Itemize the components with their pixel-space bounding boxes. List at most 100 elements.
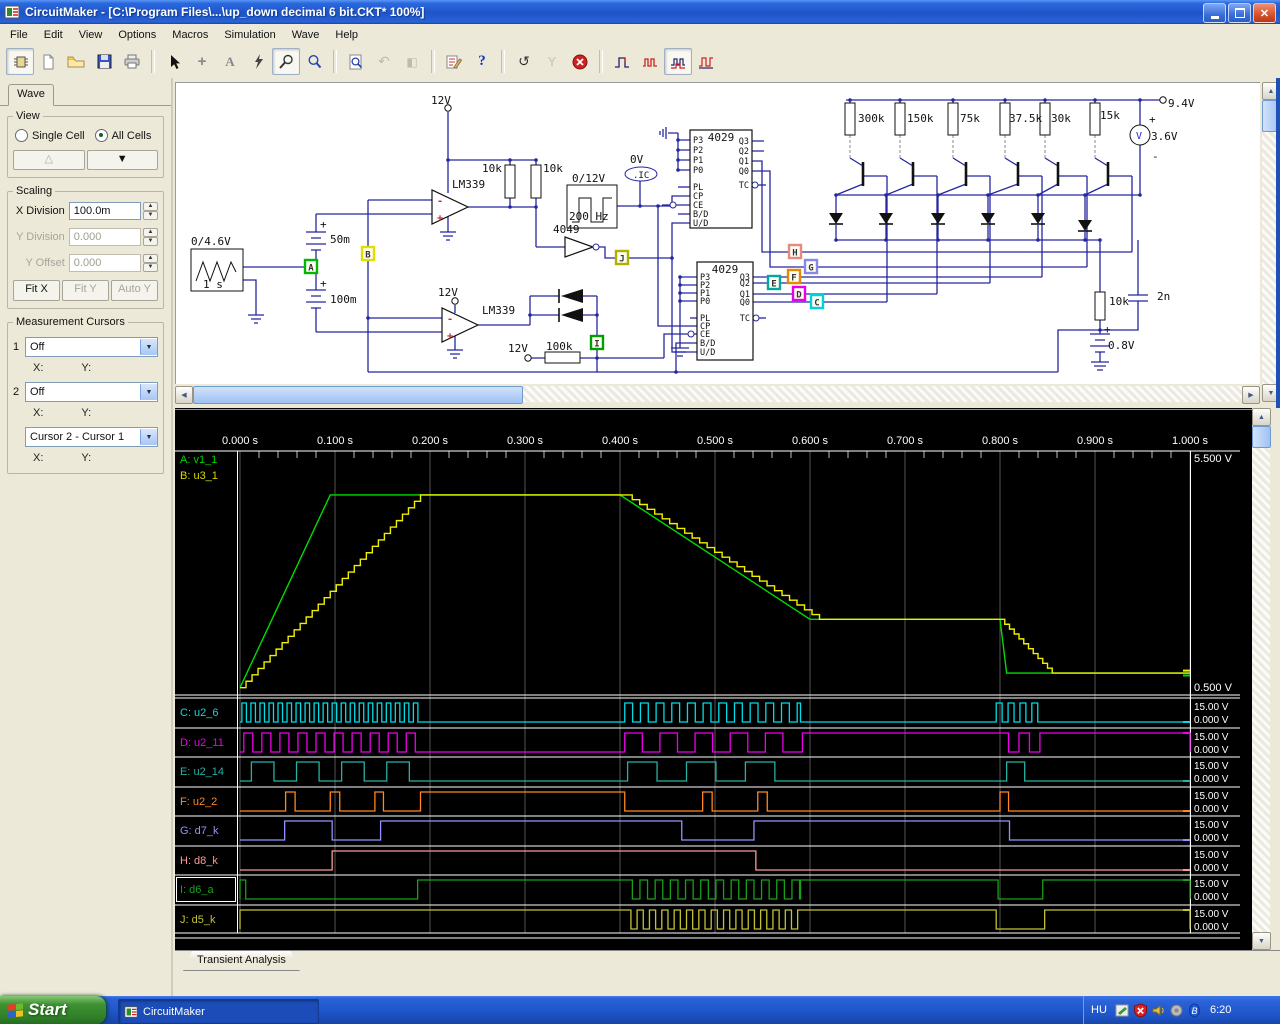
trace-label[interactable]: D: u2_11 xyxy=(180,737,224,749)
x-division-spinner[interactable]: ▲ ▼ xyxy=(142,202,158,220)
tab-wave[interactable]: Wave xyxy=(8,84,54,106)
analog-display-mode-button[interactable] xyxy=(636,48,664,75)
y-division-spinner[interactable]: ▲ ▼ xyxy=(142,228,158,246)
device-icon[interactable] xyxy=(1168,1002,1184,1018)
trace-label[interactable]: F: u2_2 xyxy=(180,796,217,808)
radio-single-cell[interactable] xyxy=(15,129,28,142)
menu-item-simulation[interactable]: Simulation xyxy=(216,26,283,44)
restore-button[interactable] xyxy=(1228,3,1251,23)
trace-label[interactable]: E: u2_14 xyxy=(180,766,224,778)
cursor2-index: 2 xyxy=(13,386,20,398)
scaling-group: Scaling X Division 100.0m ▲ ▼ Y Division … xyxy=(7,185,164,309)
trace-label[interactable]: H: d8_k xyxy=(180,855,218,867)
text-tool-button[interactable]: A xyxy=(216,48,244,75)
schematic-label: 100m xyxy=(330,293,357,306)
trace-low-value: 0.000 V xyxy=(1194,745,1229,756)
cell-down-button[interactable]: ▼ xyxy=(86,150,158,170)
trace-low-value: 0.000 V xyxy=(1194,922,1229,933)
schematic-window: - + - +4029 P3 P2 P1 P0 PL CP CE B/D U/D Q3 Q2 Q1 Q0 TC 40… xyxy=(173,78,1280,408)
chevron-down-icon[interactable]: ▼ xyxy=(140,429,157,445)
radio-single-cell-label: Single Cell xyxy=(32,129,85,142)
cell-up-button[interactable]: △ xyxy=(13,150,85,170)
scroll-down-icon[interactable]: ▼ xyxy=(1252,932,1271,950)
tab-transient-analysis[interactable]: Transient Analysis xyxy=(183,951,300,971)
menu-item-edit[interactable]: Edit xyxy=(36,26,71,44)
step-simulation-button[interactable]: Y xyxy=(538,48,566,75)
svg-text:Q0: Q0 xyxy=(740,298,750,308)
taskbar-clock[interactable]: 6:20 xyxy=(1210,1004,1231,1016)
trace-label[interactable]: G: d7_k xyxy=(180,825,219,837)
mixed-display-mode-button[interactable] xyxy=(692,48,720,75)
svg-text:U/D: U/D xyxy=(700,348,715,358)
auto-y-button[interactable]: Auto Y xyxy=(111,280,158,301)
schematic-h-scrollbar[interactable]: ◀ ▶ xyxy=(175,386,1260,404)
cursor1-value: Off xyxy=(30,341,45,353)
reset-simulation-button[interactable]: ↺ xyxy=(510,48,538,75)
schematic-canvas[interactable]: - + - +4029 P3 P2 P1 P0 PL CP CE B/D U/D Q3 Q2 Q1 Q0 TC 40… xyxy=(175,82,1260,384)
save-file-button[interactable] xyxy=(90,48,118,75)
scroll-up-icon[interactable]: ▲ xyxy=(1252,408,1271,426)
parts-browser-button[interactable] xyxy=(6,48,34,75)
rotate-button[interactable]: ↶ xyxy=(370,48,398,75)
cursor-diff-select[interactable]: Cursor 2 - Cursor 1 ▼ xyxy=(25,427,158,447)
help-button[interactable]: ? xyxy=(468,48,496,75)
waveform-v-scrollbar[interactable]: ▲ ▼ xyxy=(1252,408,1271,950)
schematic-label: 150k xyxy=(907,112,934,125)
menu-item-options[interactable]: Options xyxy=(110,26,164,44)
wire-tool-button[interactable]: + xyxy=(188,48,216,75)
scroll-left-icon[interactable]: ◀ xyxy=(175,386,193,404)
trace-label[interactable]: J: d5_k xyxy=(180,914,216,926)
print-button[interactable] xyxy=(118,48,146,75)
text-icon: A xyxy=(225,53,235,69)
x-division-field[interactable]: 100.0m xyxy=(68,202,141,220)
app-tray-icon[interactable] xyxy=(1114,1002,1130,1018)
cursor2-select[interactable]: Off ▼ xyxy=(25,382,158,402)
menu-item-view[interactable]: View xyxy=(71,26,111,44)
stop-simulation-button[interactable] xyxy=(566,48,594,75)
schematic-label: LM339 xyxy=(452,178,485,191)
chevron-down-icon[interactable]: ▼ xyxy=(140,384,157,400)
security-alert-icon[interactable] xyxy=(1132,1002,1148,1018)
zoom-tool-button[interactable] xyxy=(300,48,328,75)
trace-label[interactable]: C: u2_6 xyxy=(180,707,219,719)
minimize-button[interactable] xyxy=(1203,3,1226,23)
new-file-button[interactable] xyxy=(34,48,62,75)
select-tool-button[interactable] xyxy=(160,48,188,75)
language-indicator[interactable]: HU xyxy=(1084,1004,1114,1016)
menu-item-help[interactable]: Help xyxy=(327,26,366,44)
printer-icon xyxy=(123,54,141,69)
waveform-v-scroll-thumb[interactable] xyxy=(1252,426,1271,448)
menu-item-wave[interactable]: Wave xyxy=(284,26,328,44)
menu-item-file[interactable]: File xyxy=(2,26,36,44)
scope-display-mode-button[interactable] xyxy=(664,48,692,75)
start-button[interactable]: Start xyxy=(0,996,106,1024)
chevron-down-icon[interactable]: ▼ xyxy=(140,339,157,355)
radio-all-cells-label: All Cells xyxy=(111,129,152,142)
scroll-right-icon[interactable]: ▶ xyxy=(1242,386,1260,404)
menu-item-macros[interactable]: Macros xyxy=(164,26,216,44)
digital-display-mode-button[interactable] xyxy=(608,48,636,75)
waveform-plot[interactable]: 0.000 s 0.100 s 0.200 s 0.300 s 0.400 s 0.500… xyxy=(175,408,1252,950)
trace-label[interactable]: A: v1_1 xyxy=(180,454,217,466)
delete-tool-button[interactable] xyxy=(244,48,272,75)
y-offset-field[interactable]: 0.000 xyxy=(68,254,141,272)
probe-tool-button[interactable] xyxy=(272,48,300,75)
y-division-field[interactable]: 0.000 xyxy=(68,228,141,246)
volume-icon[interactable] xyxy=(1150,1002,1166,1018)
simulation-setup-button[interactable] xyxy=(440,48,468,75)
mirror-button[interactable]: ◧ xyxy=(398,48,426,75)
trace-label[interactable]: B: u3_1 xyxy=(180,470,218,482)
y-offset-spinner[interactable]: ▲ ▼ xyxy=(142,254,158,272)
close-button[interactable]: ✕ xyxy=(1253,3,1276,23)
open-file-button[interactable] xyxy=(62,48,90,75)
radio-all-cells[interactable] xyxy=(94,129,108,142)
svg-text:P1: P1 xyxy=(693,156,703,166)
fit-y-button[interactable]: Fit Y xyxy=(62,280,109,301)
schematic-h-scroll-thumb[interactable] xyxy=(193,386,523,404)
taskbar-task-circuitmaker[interactable]: CircuitMaker xyxy=(118,999,319,1024)
preview-button[interactable] xyxy=(342,48,370,75)
bluetooth-icon[interactable]: B xyxy=(1186,1002,1202,1018)
trace-label[interactable]: I: d6_a xyxy=(180,884,215,896)
cursor1-select[interactable]: Off ▼ xyxy=(25,337,158,357)
fit-x-button[interactable]: Fit X xyxy=(13,280,60,301)
